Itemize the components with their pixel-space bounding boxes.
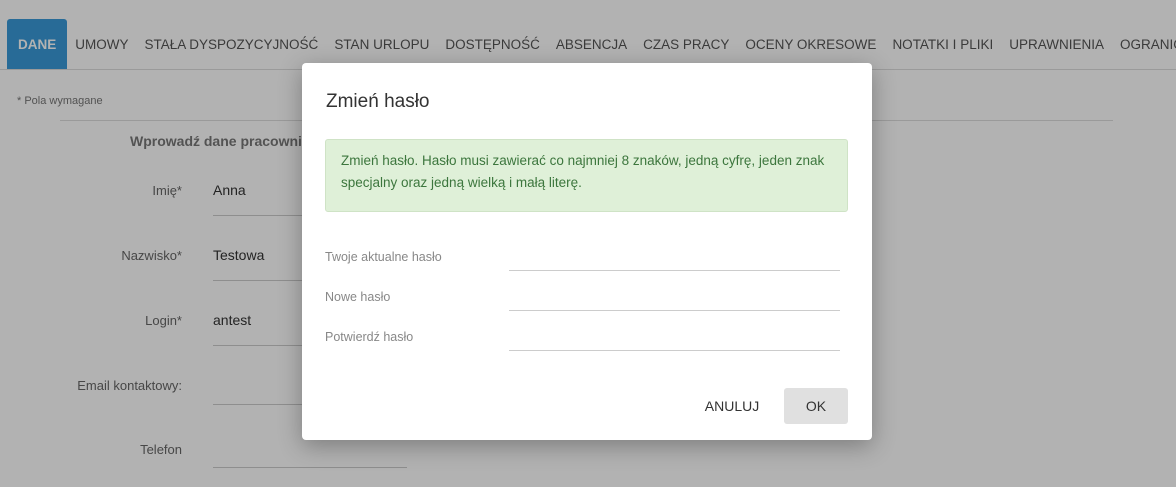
change-password-dialog: Zmień hasło Zmień hasło. Hasło musi zawi… [302, 63, 872, 440]
new-password-input[interactable] [509, 283, 840, 311]
new-password-label: Nowe hasło [325, 290, 391, 304]
dialog-title: Zmień hasło [326, 91, 430, 112]
confirm-password-input[interactable] [509, 323, 840, 351]
password-requirements-alert: Zmień hasło. Hasło musi zawierać co najm… [325, 139, 848, 212]
current-password-label: Twoje aktualne hasło [325, 250, 442, 264]
current-password-input[interactable] [509, 243, 840, 271]
ok-button[interactable]: OK [784, 388, 848, 424]
cancel-button[interactable]: ANULUJ [694, 388, 770, 424]
confirm-password-label: Potwierdź hasło [325, 330, 414, 344]
